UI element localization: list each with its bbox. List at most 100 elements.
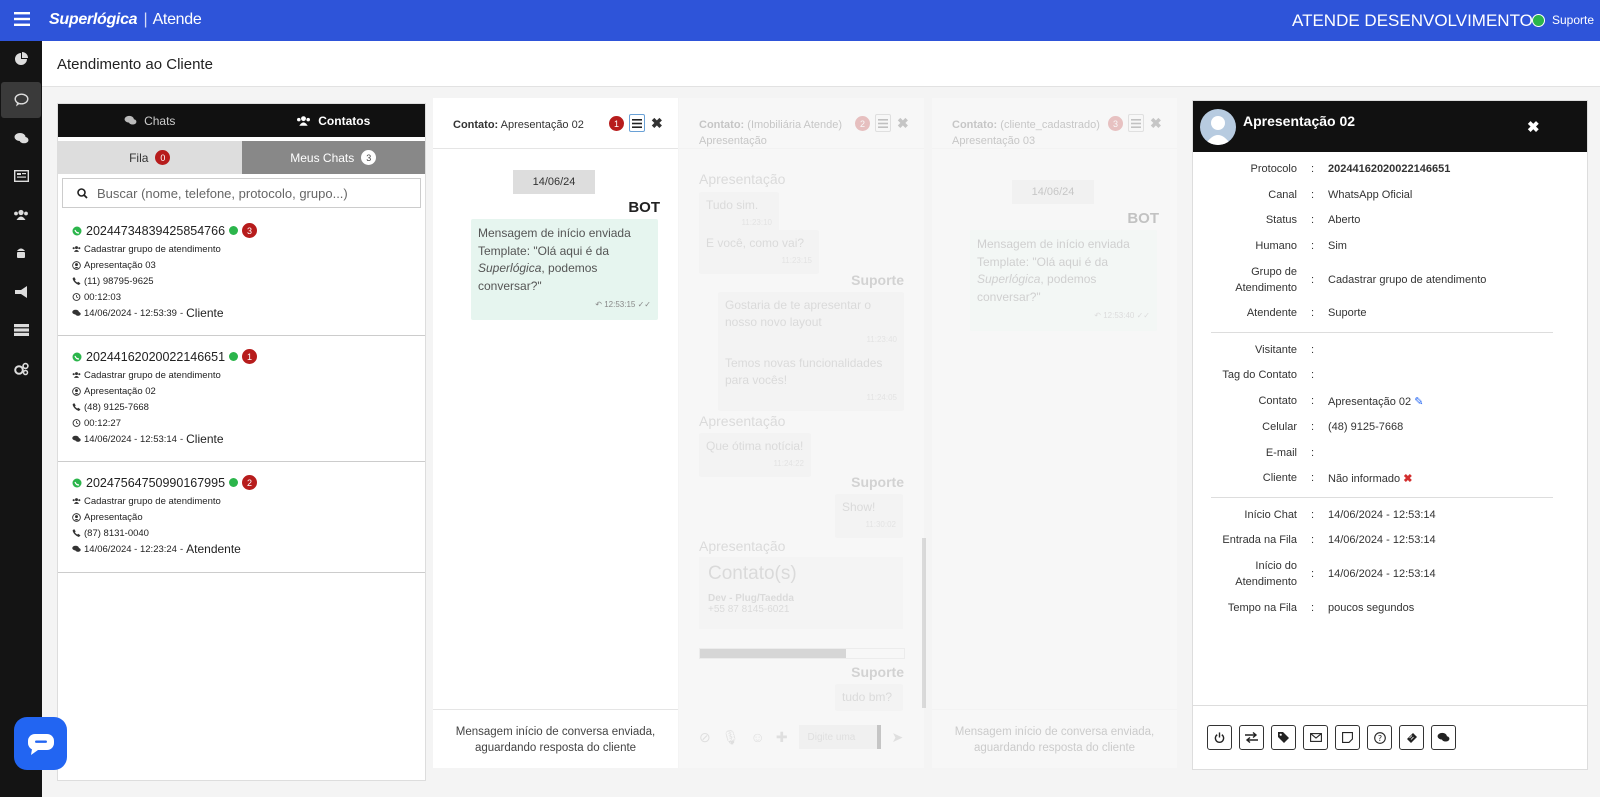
chat-menu-button[interactable] xyxy=(1128,114,1144,132)
detail-atendente: Atendente: Suporte xyxy=(1246,307,1367,319)
fila-count-badge: 0 xyxy=(155,150,171,165)
chat-list-panel: Chats Contatos Fila0 Meus Chats3 2024473… xyxy=(57,103,426,781)
search-box xyxy=(62,178,421,208)
message-input-bar: ⊘ 🎙 ☺ ✚ Digite uma ➤ xyxy=(699,724,924,750)
phone-icon xyxy=(72,277,81,285)
phone-icon xyxy=(72,403,81,411)
tab-chats[interactable]: Chats xyxy=(58,104,242,137)
chat-menu-button[interactable] xyxy=(629,114,645,132)
group-name: Cadastrar grupo de atendimento xyxy=(84,495,221,507)
last-message-time: 14/06/2024 - 12:53:14 xyxy=(84,433,177,445)
message-bubble: tudo bm? xyxy=(835,684,903,711)
tag-icon[interactable] xyxy=(1271,725,1296,750)
support-chat-button[interactable] xyxy=(14,717,67,770)
unread-badge: 2 xyxy=(855,116,870,131)
chat-list-item[interactable]: 20244162020022146651 1 Cadastrar grupo d… xyxy=(58,336,425,462)
detail-grupo: Grupo de Atendimento: Cadastrar grupo de … xyxy=(1235,266,1487,294)
comments-icon[interactable] xyxy=(1,120,41,156)
whatsapp-icon xyxy=(72,226,82,235)
message-bubble: Que ótima notícia! 11:24:22 xyxy=(699,433,811,477)
chat-contact-name: Apresentação 03 xyxy=(952,135,1036,147)
close-chat-button[interactable]: ✖ xyxy=(651,115,663,132)
edit-pencil-icon[interactable]: ✎ xyxy=(1414,396,1423,408)
power-icon[interactable] xyxy=(1207,725,1232,750)
plus-icon[interactable]: ✚ xyxy=(776,729,788,746)
comments-icon xyxy=(72,545,81,552)
users-icon xyxy=(72,372,81,378)
message-bubble: Mensagem de início enviada Template: "Ol… xyxy=(471,219,658,320)
details-contact-name: Apresentação 02 xyxy=(1243,113,1356,129)
group-name: Cadastrar grupo de atendimento xyxy=(84,243,221,255)
vertical-scrollbar[interactable] xyxy=(922,538,926,708)
last-message-time: 14/06/2024 - 12:53:39 xyxy=(84,307,177,319)
message-bubble: Temos novas funcionalidades para vocês! 1… xyxy=(718,350,904,411)
detail-celular: Celular: (48) 9125-7668 xyxy=(1262,421,1404,433)
android-icon[interactable] xyxy=(1,235,41,271)
message-sender: Suporte xyxy=(851,474,904,490)
users-icon[interactable] xyxy=(1,197,41,233)
megaphone-icon[interactable] xyxy=(1,274,41,310)
chat-window-inactive[interactable]: Contato: (cliente_cadastrado) Apresentaçã… xyxy=(932,98,1177,768)
remove-x-icon[interactable]: ✖ xyxy=(1403,473,1412,485)
phone-icon xyxy=(72,529,81,537)
send-icon[interactable]: ➤ xyxy=(892,729,904,746)
brand-logo[interactable]: Superlógica | Atende xyxy=(49,11,202,29)
tab-contatos[interactable]: Contatos xyxy=(242,104,426,137)
chat-icon[interactable] xyxy=(1431,725,1456,750)
phone-number: (87) 8131-0040 xyxy=(84,527,149,539)
users-icon xyxy=(72,246,81,252)
detail-visitante: Visitante: xyxy=(1255,344,1315,356)
tab-fila[interactable]: Fila 0 xyxy=(58,141,242,174)
date-separator: 14/06/24 xyxy=(513,170,595,194)
chat-list-item[interactable]: 20247564750990167995 2 Cadastrar grupo d… xyxy=(58,462,425,573)
detail-status: Status: Aberto xyxy=(1265,214,1361,226)
unread-badge: 1 xyxy=(609,116,624,131)
chat-contact-name: Apresentação xyxy=(699,135,767,147)
chat-window-inactive[interactable]: Contato: (Imobiliária Atende) Apresentaçã… xyxy=(679,98,926,768)
tab-meus-chats[interactable]: Meus Chats 3 xyxy=(241,141,425,174)
report-icon[interactable] xyxy=(1,158,41,194)
search-input[interactable] xyxy=(97,185,420,201)
server-icon[interactable] xyxy=(1,312,41,348)
dashboard-icon[interactable] xyxy=(1,41,41,77)
emoji-icon[interactable]: ☺ xyxy=(751,729,765,745)
menu-lines-icon xyxy=(878,118,888,128)
online-status-icon xyxy=(229,226,239,235)
chat-contact-name: Apresentação 02 xyxy=(500,119,584,131)
note-icon[interactable] xyxy=(1335,725,1360,750)
settings-icon[interactable] xyxy=(1,351,41,387)
attach-icon[interactable]: ⊘ xyxy=(699,729,711,746)
detail-tag: Tag do Contato: xyxy=(1222,369,1315,381)
detail-canal: Canal: WhatsApp Oficial xyxy=(1268,189,1413,201)
detail-inicio-atendimento: Início do Atendimento:14/06/2024 - 12:53… xyxy=(1235,560,1436,588)
date-separator: 14/06/24 xyxy=(1012,180,1094,204)
comments-icon xyxy=(72,309,81,316)
chat-duration: 00:12:03 xyxy=(84,291,121,303)
chat-menu-button[interactable] xyxy=(875,114,891,132)
chat-bubble-icon[interactable] xyxy=(1,82,41,118)
message-input[interactable]: Digite uma xyxy=(798,725,881,749)
message-bubble: Gostaria de te apresentar o nosso novo l… xyxy=(718,292,904,353)
clock-icon xyxy=(72,293,81,301)
ticket-icon[interactable] xyxy=(1399,725,1424,750)
close-chat-button[interactable]: ✖ xyxy=(897,115,909,132)
search-icon xyxy=(77,187,88,199)
message-bubble: Show! 11:30:02 xyxy=(835,494,903,538)
transfer-icon[interactable] xyxy=(1239,725,1264,750)
envelope-icon[interactable] xyxy=(1303,725,1328,750)
hamburger-menu-icon[interactable] xyxy=(14,12,30,26)
queue-tabs: Fila 0 Meus Chats 3 xyxy=(58,141,425,174)
whatsapp-icon xyxy=(72,352,82,361)
message-sender: Suporte xyxy=(851,272,904,288)
detail-contato: Contato: Apresentação 02 ✎ xyxy=(1258,395,1424,408)
microphone-icon[interactable]: 🎙 xyxy=(722,729,740,746)
chat-list-item[interactable]: 20244734839425854766 3 Cadastrar grupo d… xyxy=(58,210,425,336)
close-details-button[interactable]: ✖ xyxy=(1527,118,1540,136)
shared-contact-card: Contato(s) Dev - Plug/Taedda +55 87 8145… xyxy=(699,557,903,629)
unread-badge: 3 xyxy=(242,223,258,238)
horizontal-scrollbar[interactable] xyxy=(699,648,905,659)
close-chat-button[interactable]: ✖ xyxy=(1150,115,1162,132)
online-status-icon xyxy=(1532,14,1545,27)
user-menu[interactable]: Suporte xyxy=(1552,13,1594,27)
help-icon[interactable]: ? xyxy=(1367,725,1392,750)
